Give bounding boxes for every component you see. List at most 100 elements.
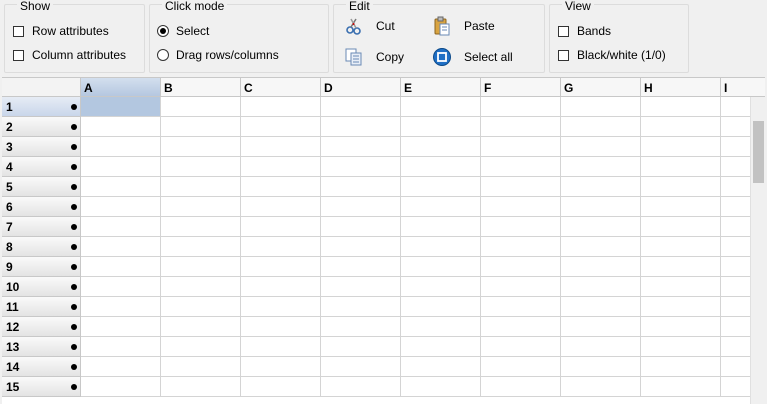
grid-cell-d15[interactable] bbox=[321, 377, 401, 397]
vertical-scrollbar[interactable] bbox=[750, 97, 765, 404]
grid-cell-f11[interactable] bbox=[481, 297, 561, 317]
grid-cell-d14[interactable] bbox=[321, 357, 401, 377]
grid-cell-g7[interactable] bbox=[561, 217, 641, 237]
column-header-i[interactable]: I bbox=[721, 78, 765, 97]
column-header-e[interactable]: E bbox=[401, 78, 481, 97]
grid-cell-c8[interactable] bbox=[241, 237, 321, 257]
black-white-checkbox[interactable]: Black/white (1/0) bbox=[558, 48, 666, 62]
grid-cell-h5[interactable] bbox=[641, 177, 721, 197]
grid-cell-f4[interactable] bbox=[481, 157, 561, 177]
grid-cell-f15[interactable] bbox=[481, 377, 561, 397]
grid-cell-c7[interactable] bbox=[241, 217, 321, 237]
grid-corner[interactable] bbox=[2, 78, 81, 97]
grid-cell-e5[interactable] bbox=[401, 177, 481, 197]
grid-cell-e1[interactable] bbox=[401, 97, 481, 117]
grid-cell-h2[interactable] bbox=[641, 117, 721, 137]
row-header-4[interactable]: 4 bbox=[2, 157, 81, 177]
grid-cell-g8[interactable] bbox=[561, 237, 641, 257]
grid-cell-b1[interactable] bbox=[161, 97, 241, 117]
grid-cell-d4[interactable] bbox=[321, 157, 401, 177]
grid-cell-a7[interactable] bbox=[81, 217, 161, 237]
grid-cell-c14[interactable] bbox=[241, 357, 321, 377]
grid-cell-h4[interactable] bbox=[641, 157, 721, 177]
row-header-12[interactable]: 12 bbox=[2, 317, 81, 337]
grid-cell-c15[interactable] bbox=[241, 377, 321, 397]
grid-cell-h14[interactable] bbox=[641, 357, 721, 377]
grid-cell-e12[interactable] bbox=[401, 317, 481, 337]
grid-cell-f7[interactable] bbox=[481, 217, 561, 237]
row-attributes-checkbox[interactable]: Row attributes bbox=[13, 24, 109, 38]
row-header-10[interactable]: 10 bbox=[2, 277, 81, 297]
grid-cell-a14[interactable] bbox=[81, 357, 161, 377]
grid-cell-h7[interactable] bbox=[641, 217, 721, 237]
grid-cell-f10[interactable] bbox=[481, 277, 561, 297]
select-mode-radio-button[interactable] bbox=[157, 25, 169, 37]
grid-cell-e6[interactable] bbox=[401, 197, 481, 217]
grid-cell-f12[interactable] bbox=[481, 317, 561, 337]
grid-cell-f2[interactable] bbox=[481, 117, 561, 137]
grid-cell-c6[interactable] bbox=[241, 197, 321, 217]
grid-cell-h9[interactable] bbox=[641, 257, 721, 277]
grid-cell-g10[interactable] bbox=[561, 277, 641, 297]
grid-cell-f3[interactable] bbox=[481, 137, 561, 157]
grid-cell-e11[interactable] bbox=[401, 297, 481, 317]
grid-cell-b13[interactable] bbox=[161, 337, 241, 357]
row-header-5[interactable]: 5 bbox=[2, 177, 81, 197]
grid-cell-h11[interactable] bbox=[641, 297, 721, 317]
grid-cell-a4[interactable] bbox=[81, 157, 161, 177]
grid-cell-h12[interactable] bbox=[641, 317, 721, 337]
grid-cell-c4[interactable] bbox=[241, 157, 321, 177]
grid-cell-h1[interactable] bbox=[641, 97, 721, 117]
grid-cell-b5[interactable] bbox=[161, 177, 241, 197]
grid-cell-e14[interactable] bbox=[401, 357, 481, 377]
grid-cell-g13[interactable] bbox=[561, 337, 641, 357]
select-all-button[interactable]: Select all bbox=[432, 47, 513, 67]
bands-checkbox[interactable]: Bands bbox=[558, 24, 611, 38]
grid-cell-f5[interactable] bbox=[481, 177, 561, 197]
row-header-8[interactable]: 8 bbox=[2, 237, 81, 257]
grid-cell-c1[interactable] bbox=[241, 97, 321, 117]
grid-cell-g14[interactable] bbox=[561, 357, 641, 377]
grid-cell-d8[interactable] bbox=[321, 237, 401, 257]
grid-cell-h6[interactable] bbox=[641, 197, 721, 217]
grid-cell-b7[interactable] bbox=[161, 217, 241, 237]
column-header-h[interactable]: H bbox=[641, 78, 721, 97]
grid-cell-b3[interactable] bbox=[161, 137, 241, 157]
grid-cell-b8[interactable] bbox=[161, 237, 241, 257]
grid-cell-b11[interactable] bbox=[161, 297, 241, 317]
grid-cell-a3[interactable] bbox=[81, 137, 161, 157]
column-header-f[interactable]: F bbox=[481, 78, 561, 97]
grid-cell-e4[interactable] bbox=[401, 157, 481, 177]
grid-cell-a8[interactable] bbox=[81, 237, 161, 257]
grid-cell-c11[interactable] bbox=[241, 297, 321, 317]
copy-button[interactable]: Copy bbox=[344, 47, 404, 67]
grid-cell-a1[interactable] bbox=[81, 97, 161, 117]
grid-cell-g12[interactable] bbox=[561, 317, 641, 337]
grid-cell-a11[interactable] bbox=[81, 297, 161, 317]
grid-cell-d11[interactable] bbox=[321, 297, 401, 317]
grid-cell-c2[interactable] bbox=[241, 117, 321, 137]
grid-cell-b15[interactable] bbox=[161, 377, 241, 397]
grid-cell-d1[interactable] bbox=[321, 97, 401, 117]
grid-cell-a13[interactable] bbox=[81, 337, 161, 357]
grid-cell-a12[interactable] bbox=[81, 317, 161, 337]
grid-cell-h10[interactable] bbox=[641, 277, 721, 297]
grid-cell-c5[interactable] bbox=[241, 177, 321, 197]
row-header-14[interactable]: 14 bbox=[2, 357, 81, 377]
column-header-c[interactable]: C bbox=[241, 78, 321, 97]
grid-cell-h13[interactable] bbox=[641, 337, 721, 357]
row-header-6[interactable]: 6 bbox=[2, 197, 81, 217]
grid-cell-b4[interactable] bbox=[161, 157, 241, 177]
column-attributes-checkbox[interactable]: Column attributes bbox=[13, 48, 126, 62]
grid-cell-c13[interactable] bbox=[241, 337, 321, 357]
grid-cell-d7[interactable] bbox=[321, 217, 401, 237]
grid-cell-f1[interactable] bbox=[481, 97, 561, 117]
select-mode-radio[interactable]: Select bbox=[157, 24, 209, 38]
row-header-3[interactable]: 3 bbox=[2, 137, 81, 157]
drag-mode-radio[interactable]: Drag rows/columns bbox=[157, 48, 279, 62]
column-attributes-checkbox-box[interactable] bbox=[13, 49, 24, 61]
grid-cell-e15[interactable] bbox=[401, 377, 481, 397]
row-attributes-checkbox-box[interactable] bbox=[13, 25, 24, 37]
column-header-a[interactable]: A bbox=[81, 78, 161, 97]
grid-cell-a2[interactable] bbox=[81, 117, 161, 137]
